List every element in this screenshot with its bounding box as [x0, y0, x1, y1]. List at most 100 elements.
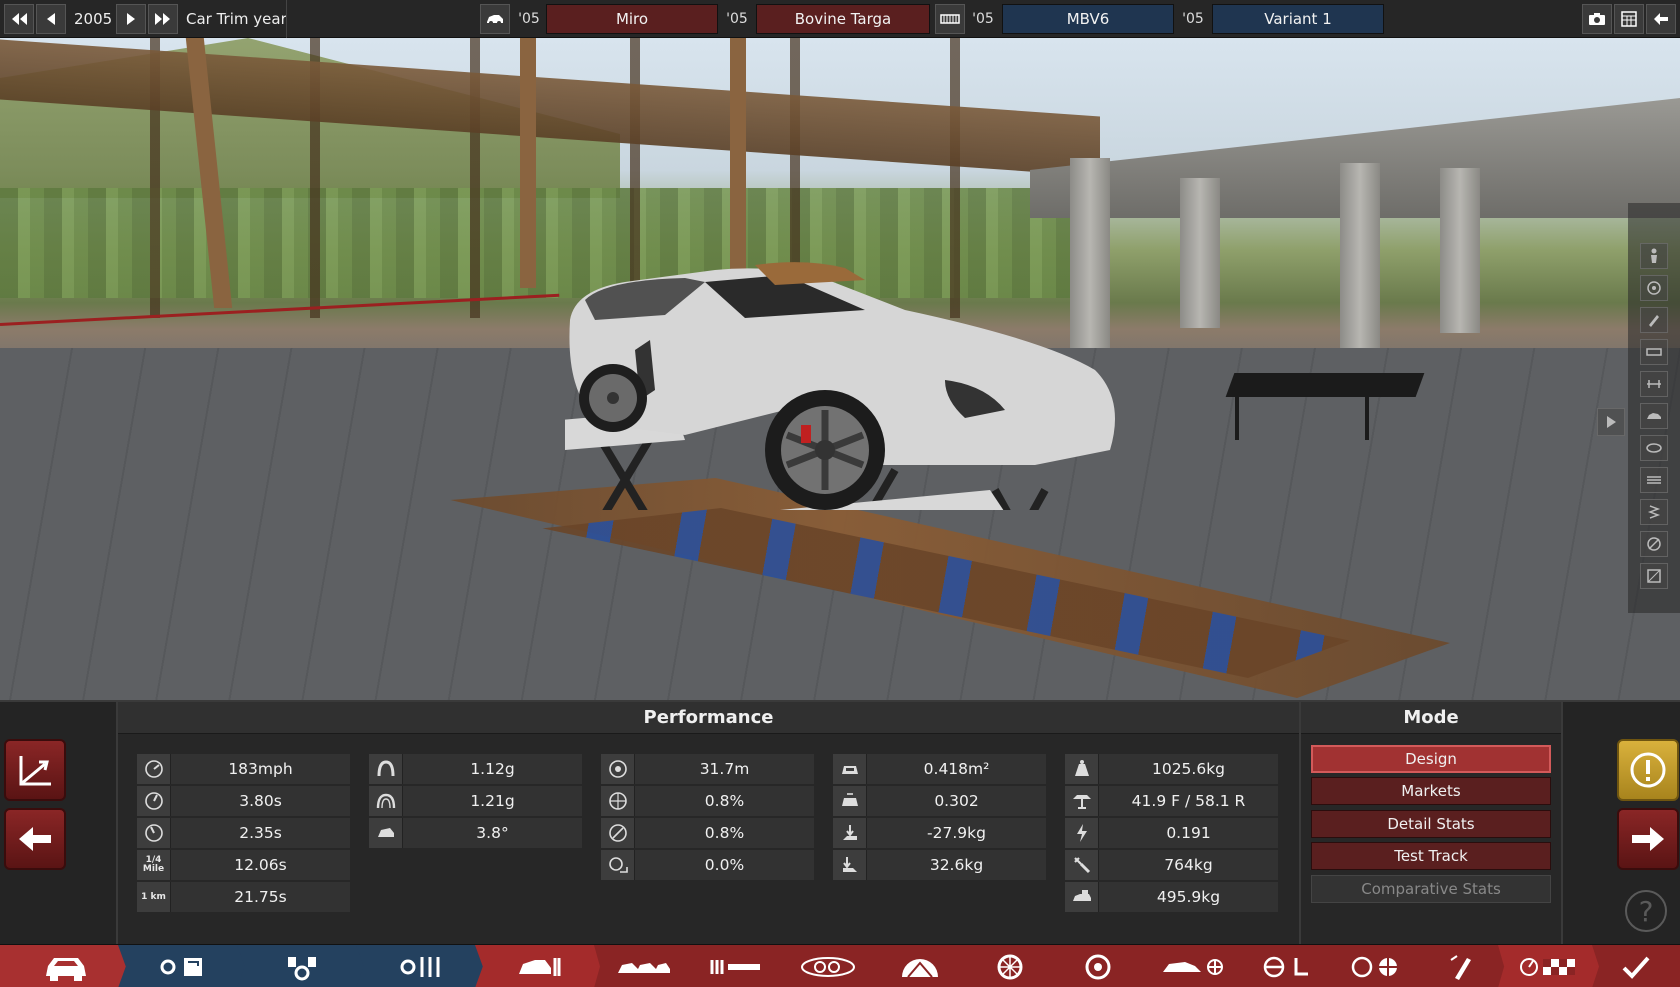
power-to-weight-icon [1065, 818, 1099, 848]
next-button[interactable] [1617, 808, 1679, 870]
wood-beam [730, 38, 746, 278]
double-right-icon [155, 13, 170, 25]
wheel-view-button[interactable] [1640, 275, 1668, 301]
stats-panel: Performance 183mph 3.80s 2.35s 1/4 Mile … [0, 700, 1680, 946]
person-view-button[interactable] [1640, 243, 1668, 269]
calculator-button[interactable] [1614, 4, 1644, 34]
cargo-capacity-icon [1065, 882, 1099, 912]
stat-power-to-weight: 0.191 [1065, 818, 1278, 848]
tab-tuning[interactable] [1416, 945, 1506, 987]
spray-can-icon [1450, 954, 1471, 980]
stat-body-roll: 3.8° [369, 818, 582, 848]
car-viewport[interactable] [0, 38, 1680, 700]
car-top-icon [1646, 443, 1662, 453]
tab-engine-family[interactable] [118, 945, 248, 987]
engine-icon [940, 14, 960, 24]
table-leg [1235, 395, 1239, 440]
interior-view-button[interactable] [1640, 435, 1668, 461]
radiator-view-button[interactable] [1640, 467, 1668, 493]
mode-panel: Mode Design Markets Detail Stats Test Tr… [1299, 702, 1561, 946]
variant-name-field[interactable]: Variant 1 [1212, 4, 1384, 34]
engine-view-button[interactable] [1640, 339, 1668, 365]
trim-year: '05 [726, 11, 748, 27]
mode-header: Mode [1301, 702, 1561, 734]
mode-detail-stats-button[interactable]: Detail Stats [1311, 810, 1551, 838]
back-arrow-icon [1654, 13, 1668, 25]
car-model-button[interactable] [480, 4, 510, 34]
pillar [1440, 168, 1480, 333]
headlights-icon [801, 956, 855, 977]
engine-button[interactable] [935, 4, 965, 34]
brake-view-button[interactable] [1640, 531, 1668, 557]
help-button[interactable]: ? [1625, 890, 1667, 932]
weight-icon [1065, 754, 1099, 784]
model-year: '05 [518, 11, 540, 27]
back-button[interactable] [4, 808, 66, 870]
mode-design-button[interactable]: Design [1311, 745, 1551, 773]
tab-aerodynamics[interactable] [870, 945, 970, 987]
tab-chassis-suspension[interactable] [475, 945, 605, 987]
toolstrip-toggle-button[interactable] [1597, 408, 1625, 436]
paint-view-button[interactable] [1640, 307, 1668, 333]
tab-engine-top-end[interactable] [356, 945, 486, 987]
tab-body[interactable] [594, 945, 694, 987]
stat-towing-capacity: 764kg [1065, 850, 1278, 880]
tab-brakes[interactable] [1050, 945, 1146, 987]
stat-quarter-mile: 1/4 Mile 12.06s [137, 850, 350, 880]
stat-drag-coefficient: 0.302 [833, 786, 1046, 816]
pillar [1180, 178, 1220, 328]
tab-wheels[interactable] [962, 945, 1058, 987]
tab-fixtures[interactable] [686, 945, 786, 987]
rear-downforce-icon [833, 850, 867, 880]
chassis-view-button[interactable] [1640, 371, 1668, 397]
year-value: 2005 [74, 10, 113, 28]
year-prev-button[interactable] [36, 4, 66, 34]
wireframe-view-button[interactable] [1640, 563, 1668, 589]
stat-weight: 1025.6kg [1065, 754, 1278, 784]
tab-headlights[interactable] [778, 945, 878, 987]
suspension-icon [1647, 505, 1661, 519]
table-leg [1365, 395, 1369, 440]
brake-icon [1647, 537, 1661, 551]
tab-drivetrain[interactable] [1138, 945, 1248, 987]
body-view-button[interactable] [1640, 403, 1668, 429]
mode-comparative-stats-button[interactable]: Comparative Stats [1311, 875, 1551, 903]
tab-car-model[interactable] [0, 945, 132, 987]
car-chassis-icon [519, 957, 561, 976]
stat-weight-distribution: 41.9 F / 58.1 R [1065, 786, 1278, 816]
tab-engine-bottom-end[interactable] [237, 945, 367, 987]
alert-icon [1630, 752, 1666, 788]
valves-icon [400, 956, 440, 977]
year-next-button[interactable] [116, 4, 146, 34]
exit-button[interactable] [1646, 4, 1676, 34]
wheel-icon [1647, 281, 1661, 295]
suspension-view-button[interactable] [1640, 499, 1668, 525]
cornering-icon [369, 754, 403, 784]
finish-button[interactable] [1592, 945, 1680, 987]
engine-name-field[interactable]: MBV6 [1002, 4, 1174, 34]
tab-safety[interactable] [1328, 945, 1424, 987]
engine-small-icon [1646, 348, 1662, 356]
model-name-field[interactable]: Miro [546, 4, 718, 34]
year-first-button[interactable] [4, 4, 34, 34]
tab-testing[interactable] [1498, 945, 1600, 987]
play-icon [1607, 416, 1616, 428]
year-last-button[interactable] [148, 4, 178, 34]
chassis-icon [1647, 380, 1661, 388]
trim-name-field[interactable]: Bovine Targa [756, 4, 930, 34]
car-model-icon [487, 15, 503, 25]
tab-interior[interactable] [1240, 945, 1336, 987]
screenshot-button[interactable] [1582, 4, 1612, 34]
car-model[interactable] [565, 260, 1185, 510]
mode-markets-button[interactable]: Markets [1311, 777, 1551, 805]
mode-test-track-button[interactable]: Test Track [1311, 842, 1551, 870]
performance-header: Performance [118, 702, 1299, 734]
warning-button[interactable] [1617, 739, 1679, 801]
wood-beam [520, 38, 536, 288]
camera-angle-button[interactable] [4, 739, 66, 801]
weight-distribution-icon [1065, 786, 1099, 816]
brake-disc-icon [1085, 954, 1111, 979]
stat-braking-distance: 31.7m [601, 754, 814, 784]
gear-half-icon [902, 958, 938, 978]
pistons-icon [288, 956, 316, 980]
